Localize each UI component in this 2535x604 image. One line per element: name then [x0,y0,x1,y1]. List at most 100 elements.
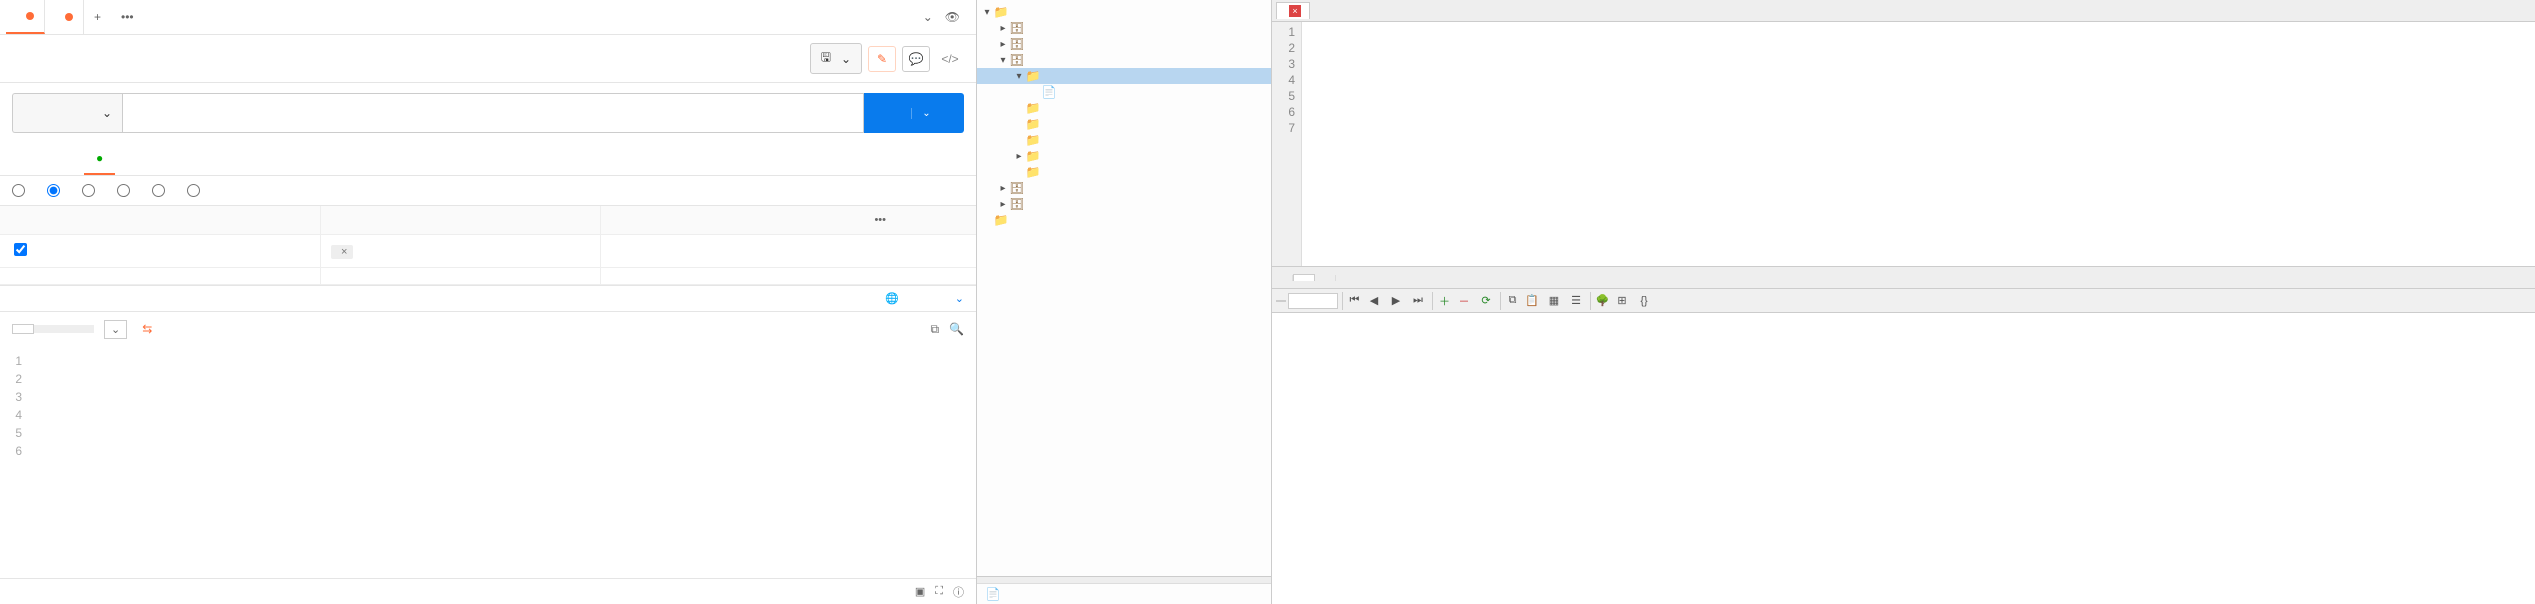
col-actions-icon[interactable]: ••• [806,206,896,234]
table-view-icon[interactable]: ⊞ [1612,292,1632,310]
format-select[interactable]: ⌄ [104,320,127,339]
delete-icon[interactable]: － [1454,292,1474,310]
tab-authorization[interactable] [36,143,60,175]
close-icon[interactable]: × [1289,5,1301,17]
view-preview[interactable] [54,325,74,333]
method-select[interactable]: ⌄ [12,93,122,133]
request-tab-1[interactable] [6,0,45,34]
send-button[interactable]: ⌄ [864,93,964,133]
grid-icon[interactable]: ▦ [1544,292,1564,310]
request-tab-2[interactable] [45,0,84,34]
tab-prerequest[interactable] [115,143,139,175]
tab-output[interactable] [1272,275,1293,281]
tree-gridfs[interactable]: 📁 [977,100,1271,116]
eye-icon[interactable]: 👁 [945,10,960,24]
refresh-icon[interactable]: ⟳ [1476,292,1496,310]
desc-cell[interactable] [600,235,806,267]
save-button[interactable]: 🖫 ⌄ [810,43,862,74]
tree-config[interactable]: ▸🗄 [977,36,1271,52]
view-visualize[interactable] [74,325,94,333]
paste-icon[interactable]: 📋 [1522,292,1542,310]
tab-body[interactable]: ● [84,143,115,175]
tree-replica-set[interactable]: 📁 [977,212,1271,228]
value-cell[interactable]: × [320,235,600,267]
tree-databases[interactable]: ▾📁 [977,4,1271,20]
radio-raw[interactable] [117,184,134,197]
col-key [40,206,320,234]
request-tab-bar: + ••• ⌄ 👁 [0,0,976,35]
col-desc [600,206,806,234]
tree-imagesdb[interactable]: ▾🗄 [977,52,1271,68]
chevron-down-icon[interactable]: ⌄ [911,108,930,119]
tree-users[interactable]: ▸📁 [977,148,1271,164]
radio-xwww[interactable] [82,184,99,197]
capture-icon[interactable]: ⛶ [935,585,943,598]
tab-headers[interactable] [60,143,84,175]
request-tabs: ● [0,143,976,176]
dirty-dot-icon [65,13,73,21]
save-response-button[interactable]: ⌄ [955,292,964,305]
request-title-bar: 🖫 ⌄ ✎ 💬 </> [0,35,976,83]
results-toolbar: ⏮ ◀ ▶ ⏭ ＋ － ⟳ ⧉ 📋 ▦ ☰ 🌳 ⊞ {} [1272,289,2535,313]
tree-views[interactable]: 📁 [977,132,1271,148]
last-page-icon[interactable]: ⏭ [1408,292,1428,310]
value-placeholder[interactable] [320,268,600,284]
dirty-dot-icon [26,12,34,20]
environment-select[interactable]: ⌄ 👁 [883,10,970,24]
first-page-icon[interactable]: ⏮ [1342,292,1362,310]
row-checkbox[interactable] [14,243,27,256]
tree-functions[interactable]: 📁 [977,116,1271,132]
body-type-row [0,176,976,205]
tree-sexternal[interactable]: ▸🗄 [977,196,1271,212]
key-placeholder[interactable] [40,268,320,284]
response-body[interactable]: 123456 [0,346,976,466]
col-value [320,206,600,234]
comment-icon[interactable]: 💬 [902,46,930,72]
tree-view-icon[interactable]: 🌳 [1590,292,1610,310]
next-page-icon[interactable]: ▶ [1386,292,1406,310]
script-editor[interactable]: 1234567 [1272,22,2535,267]
view-pretty[interactable] [12,324,34,334]
db-tree: ▾📁 ▸🗄 ▸🗄 ▾🗄 ▾📁 📄 📁 📁 📁 ▸📁 📁 ▸🗄 ▸🗄 📁 [977,0,1271,576]
tab-documents-view[interactable] [1293,274,1315,281]
radio-form-data[interactable] [47,184,64,197]
tree-roles[interactable]: 📁 [977,164,1271,180]
desc-placeholder[interactable] [600,268,806,284]
tab-settings[interactable] [163,143,187,175]
tree-collections[interactable]: ▾📁 [977,68,1271,84]
remove-file-icon[interactable]: × [341,246,347,258]
radio-graphql[interactable] [187,184,204,197]
code-icon[interactable]: </> [936,46,964,72]
key-cell[interactable] [40,235,320,267]
search-icon[interactable]: 🔍 [949,322,964,337]
script-tab-1[interactable]: × [1276,2,1310,19]
help-icon[interactable]: ⓘ [953,584,964,600]
url-input[interactable] [122,93,864,133]
bulk-edit-button[interactable] [896,206,976,234]
prev-page-icon[interactable]: ◀ [1364,292,1384,310]
globe-icon[interactable]: 🌐 [885,292,899,305]
tab-tests[interactable] [139,143,163,175]
tab-redirect[interactable] [1315,275,1336,281]
active-dot-icon: ● [96,151,103,165]
runner-button[interactable]: ▣ [915,585,925,598]
radio-binary[interactable] [152,184,169,197]
new-tab-button[interactable]: + [84,10,111,24]
tree-local[interactable]: ▸🗄 [977,180,1271,196]
json-view-icon[interactable]: {} [1634,292,1654,310]
list-icon[interactable]: ☰ [1566,292,1586,310]
copy-icon[interactable]: ⧉ [1500,292,1520,310]
copy-icon[interactable]: ⧉ [930,322,939,337]
form-data-table: ••• × [0,205,976,285]
limit-input[interactable] [1288,293,1338,309]
tree-photos[interactable]: 📄 [977,84,1271,100]
tree-admin[interactable]: ▸🗄 [977,20,1271,36]
radio-none[interactable] [12,184,29,197]
view-raw[interactable] [34,325,54,333]
collection-item-photos[interactable]: 📄 [977,584,1271,604]
edit-icon[interactable]: ✎ [868,46,896,72]
add-icon[interactable]: ＋ [1432,292,1452,310]
tab-params[interactable] [12,143,36,175]
wrap-icon[interactable]: ⇆ [135,318,159,340]
tab-overflow-button[interactable]: ••• [111,10,144,24]
